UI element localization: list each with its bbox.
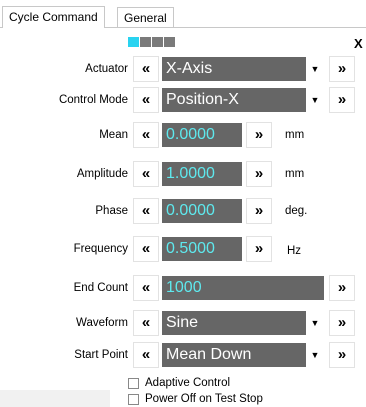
actuator-prev-button[interactable]: « [133,56,159,82]
end-count-label: End Count [73,282,128,294]
power-off-option[interactable]: Power Off on Test Stop [128,393,263,405]
control-mode-prev-button[interactable]: « [133,87,159,113]
frequency-label: Frequency [73,243,128,255]
start-point-label: Start Point [74,349,128,361]
actuator-next-button[interactable]: » [329,56,355,82]
mean-label: Mean [99,129,128,141]
progress-segment-active [128,37,139,47]
frequency-prev-button[interactable]: « [133,236,159,262]
waveform-prev-button[interactable]: « [133,310,159,336]
frequency-input[interactable]: 0.5000 [162,237,242,261]
mean-unit: mm [285,129,305,141]
waveform-value: Sine [166,314,199,331]
actuator-label: Actuator [85,63,128,75]
amplitude-input[interactable]: 1.0000 [162,162,242,186]
waveform-next-button[interactable]: » [329,310,355,336]
phase-unit: deg. [285,205,308,217]
phase-label: Phase [95,205,128,217]
end-count-input[interactable]: 1000 [162,276,324,300]
start-point-next-button[interactable]: » [329,342,355,368]
end-count-prev-button[interactable]: « [133,275,159,301]
close-icon[interactable]: X [354,36,363,51]
amplitude-prev-button[interactable]: « [133,161,159,187]
control-mode-value: Position-X [166,91,239,108]
tab-cycle-command[interactable]: Cycle Command [2,6,105,28]
mean-next-button[interactable]: » [246,122,272,148]
phase-prev-button[interactable]: « [133,198,159,224]
actuator-value: X-Axis [166,60,213,77]
end-count-next-button[interactable]: » [329,275,355,301]
control-mode-dropdown[interactable]: Position-X ▼ [162,88,324,112]
control-mode-next-button[interactable]: » [329,87,355,113]
frequency-next-button[interactable]: » [246,236,272,262]
amplitude-next-button[interactable]: » [246,161,272,187]
waveform-dropdown[interactable]: Sine ▼ [162,311,324,335]
start-point-value: Mean Down [166,346,252,363]
adaptive-control-checkbox[interactable] [128,377,139,389]
progress-indicator [128,37,175,47]
start-point-dropdown[interactable]: Mean Down ▼ [162,343,324,367]
adaptive-control-option[interactable]: Adaptive Control [128,377,230,389]
chevron-down-icon[interactable]: ▼ [306,88,324,112]
frequency-unit: Hz [287,245,302,257]
actuator-dropdown[interactable]: X-Axis ▼ [162,57,324,81]
power-off-checkbox[interactable] [128,393,139,405]
adaptive-control-label: Adaptive Control [145,377,231,389]
progress-segment [164,37,175,47]
progress-segment [140,37,151,47]
bottom-band [0,390,110,407]
mean-input[interactable]: 0.0000 [162,123,242,147]
phase-next-button[interactable]: » [246,198,272,224]
amplitude-unit: mm [285,168,305,180]
mean-prev-button[interactable]: « [133,122,159,148]
phase-input[interactable]: 0.0000 [162,199,242,223]
start-point-prev-button[interactable]: « [133,342,159,368]
tab-bar: Cycle Command General [0,0,366,28]
chevron-down-icon[interactable]: ▼ [306,343,324,367]
tab-general[interactable]: General [117,7,174,27]
amplitude-label: Amplitude [76,168,128,180]
chevron-down-icon[interactable]: ▼ [306,57,324,81]
control-mode-label: Control Mode [58,94,128,106]
chevron-down-icon[interactable]: ▼ [306,311,324,335]
progress-segment [152,37,163,47]
waveform-label: Waveform [76,317,128,329]
power-off-label: Power Off on Test Stop [145,393,263,405]
